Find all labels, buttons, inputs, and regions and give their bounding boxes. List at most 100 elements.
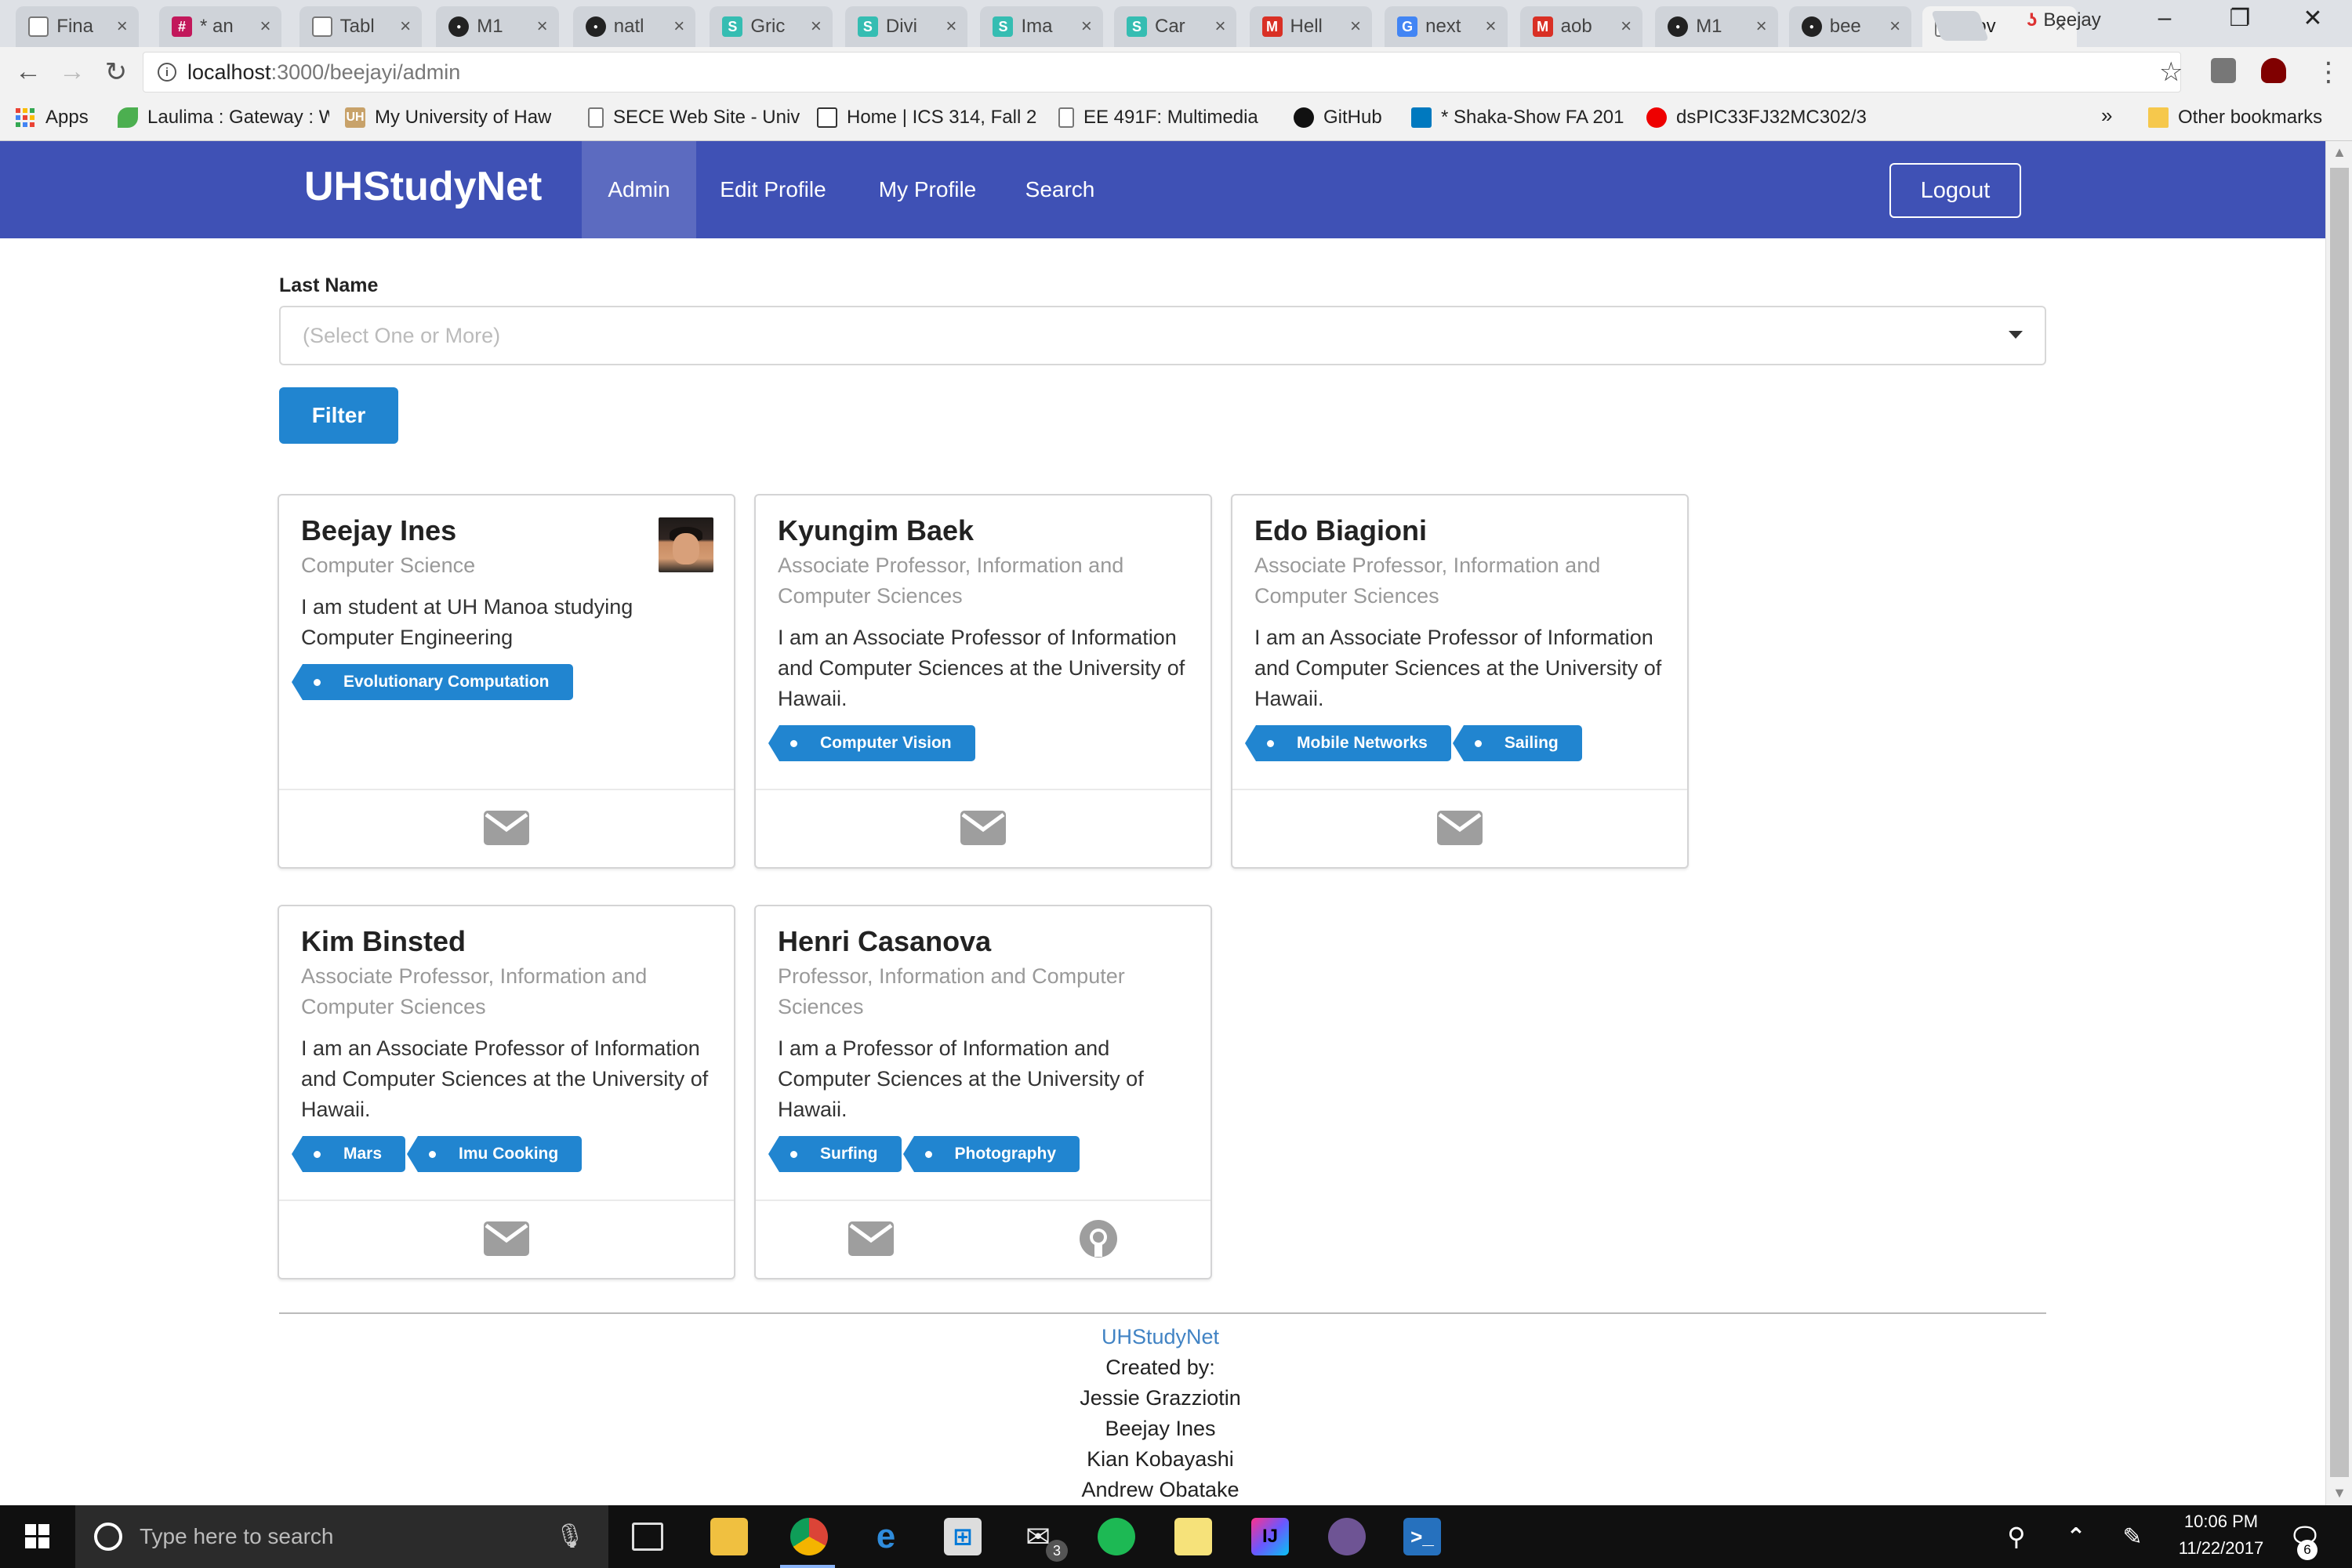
nav-my-profile[interactable]: My Profile bbox=[856, 141, 999, 238]
windows-start-icon[interactable] bbox=[25, 1524, 49, 1548]
task-view-icon[interactable] bbox=[632, 1523, 663, 1551]
bookmark-star-icon[interactable]: ☆ bbox=[2159, 56, 2183, 88]
clock-date[interactable]: 11/22/2017 bbox=[2162, 1538, 2280, 1559]
browser-tab[interactable]: M Hell × bbox=[1249, 6, 1372, 47]
bookmark-item[interactable]: Apps bbox=[16, 107, 89, 129]
interest-tag[interactable]: Evolutionary Computation bbox=[292, 664, 573, 700]
scroll-down-icon[interactable]: ▼ bbox=[2326, 1485, 2352, 1501]
minimize-button[interactable]: – bbox=[2137, 5, 2192, 31]
email-icon[interactable] bbox=[960, 810, 1006, 849]
browser-tab[interactable]: ● M1 × bbox=[1655, 6, 1778, 47]
bookmark-item[interactable]: GitHub bbox=[1294, 107, 1382, 129]
browser-tab[interactable]: S Divi × bbox=[844, 6, 968, 47]
email-icon[interactable] bbox=[484, 1221, 529, 1260]
filter-button[interactable]: Filter bbox=[279, 387, 398, 444]
interest-tag[interactable]: Surfing bbox=[768, 1136, 902, 1172]
tab-close-icon[interactable]: × bbox=[1214, 16, 1225, 38]
bookmark-item[interactable]: EE 491F: Multimedia bbox=[1058, 107, 1258, 129]
browser-tab[interactable]: ● natl × bbox=[572, 6, 696, 47]
tab-close-icon[interactable]: × bbox=[1756, 16, 1767, 38]
tab-close-icon[interactable]: × bbox=[1350, 16, 1361, 38]
profile-card: Edo Biagioni Associate Professor, Informa… bbox=[1231, 494, 1689, 869]
back-icon[interactable]: ← bbox=[11, 56, 45, 87]
tab-close-icon[interactable]: × bbox=[260, 16, 270, 38]
tab-close-icon[interactable]: × bbox=[1486, 16, 1497, 38]
scrollbar-thumb[interactable] bbox=[2330, 168, 2349, 1477]
bookmark-item[interactable]: Home | ICS 314, Fall 2 bbox=[817, 107, 1036, 129]
reload-icon[interactable]: ↻ bbox=[99, 56, 133, 88]
interest-tag[interactable]: Mobile Networks bbox=[1245, 725, 1451, 761]
bookmarks-overflow-button[interactable]: » bbox=[2101, 103, 2112, 128]
email-icon[interactable] bbox=[1437, 810, 1483, 849]
tab-close-icon[interactable]: × bbox=[1081, 16, 1092, 38]
browser-tab[interactable]: Tabl × bbox=[299, 6, 423, 47]
bookmark-item[interactable]: dsPIC33FJ32MC302/3 bbox=[1646, 107, 1867, 129]
browser-tab[interactable]: S Car × bbox=[1114, 6, 1237, 47]
tab-close-icon[interactable]: × bbox=[1621, 16, 1632, 38]
people-icon[interactable]: ⚲ bbox=[1998, 1518, 2035, 1555]
tab-close-icon[interactable]: × bbox=[1889, 16, 1900, 38]
browser-tab[interactable]: Fina × bbox=[16, 6, 139, 47]
extension-icon[interactable] bbox=[2211, 58, 2236, 83]
bookmark-item[interactable]: Laulima : Gateway : W bbox=[118, 107, 329, 129]
nav-admin[interactable]: Admin bbox=[582, 141, 696, 238]
footer-brand-link[interactable]: UHStudyNet bbox=[1004, 1325, 1317, 1349]
tab-close-icon[interactable]: × bbox=[811, 16, 822, 38]
notification-count-badge: 6 bbox=[2297, 1540, 2318, 1560]
address-bar[interactable]: i localhost:3000/beejayi/admin bbox=[143, 52, 2181, 93]
clock-time[interactable]: 10:06 PM bbox=[2162, 1512, 2280, 1532]
profile-card: Beejay Ines Computer Science I am student … bbox=[278, 494, 735, 869]
nav-edit-profile[interactable]: Edit Profile bbox=[696, 141, 850, 238]
browser-tab[interactable]: Maob × bbox=[1519, 6, 1643, 47]
github-desktop-icon[interactable] bbox=[1328, 1518, 1366, 1555]
browser-tab[interactable]: # * an × bbox=[159, 6, 282, 47]
page-scrollbar[interactable]: ▲ ▼ bbox=[2325, 141, 2352, 1505]
powershell-icon[interactable]: >_ bbox=[1403, 1518, 1441, 1555]
interest-tag[interactable]: Mars bbox=[291, 1136, 406, 1172]
ublock-icon[interactable] bbox=[2261, 58, 2286, 83]
microphone-icon[interactable]: 🎙 bbox=[555, 1523, 585, 1550]
bookmark-item[interactable]: * Shaka-Show FA 201 bbox=[1411, 107, 1624, 129]
bookmark-item[interactable]: SECE Web Site - Univ bbox=[588, 107, 800, 129]
chrome-icon[interactable] bbox=[790, 1518, 828, 1555]
browser-tab[interactable]: S Gric × bbox=[710, 6, 833, 47]
info-icon[interactable]: i bbox=[158, 63, 176, 82]
browser-tab[interactable]: ● bee × bbox=[1788, 6, 1912, 47]
tab-close-icon[interactable]: × bbox=[537, 16, 548, 38]
email-icon[interactable] bbox=[484, 810, 529, 849]
spotify-icon[interactable] bbox=[1098, 1518, 1135, 1555]
browser-tab[interactable]: Gnext × bbox=[1385, 6, 1508, 47]
last-name-multiselect[interactable]: (Select One or More) bbox=[279, 306, 2046, 365]
intellij-icon[interactable]: IJ bbox=[1251, 1518, 1289, 1555]
taskbar-search[interactable]: Type here to search 🎙 bbox=[75, 1505, 608, 1568]
tab-close-icon[interactable]: × bbox=[117, 16, 128, 38]
restore-button[interactable]: ❐ bbox=[2212, 5, 2267, 32]
github-icon[interactable] bbox=[1079, 1219, 1118, 1262]
logout-button[interactable]: Logout bbox=[1889, 163, 2021, 218]
site-brand[interactable]: UHStudyNet bbox=[304, 163, 542, 210]
interest-tag[interactable]: Sailing bbox=[1452, 725, 1582, 761]
email-icon[interactable] bbox=[848, 1221, 894, 1260]
other-bookmarks[interactable]: Other bookmarks bbox=[2148, 107, 2322, 129]
store-icon[interactable]: ⊞ bbox=[944, 1518, 982, 1555]
interest-tag[interactable]: Imu Cooking bbox=[407, 1136, 583, 1172]
close-window-button[interactable]: ✕ bbox=[2285, 5, 2340, 32]
edge-icon[interactable]: e bbox=[867, 1517, 905, 1555]
profile-button[interactable]: ʖ Beejay bbox=[2027, 9, 2101, 31]
pen-icon[interactable]: ✎ bbox=[2114, 1518, 2151, 1555]
file-explorer-icon[interactable] bbox=[710, 1518, 748, 1555]
menu-icon[interactable]: ⋮ bbox=[2311, 56, 2346, 88]
tray-overflow-icon[interactable]: ⌃ bbox=[2057, 1518, 2095, 1555]
interest-tag[interactable]: Computer Vision bbox=[768, 725, 975, 761]
interest-tag[interactable]: Photography bbox=[902, 1136, 1080, 1172]
browser-tab[interactable]: ● M1 × bbox=[436, 6, 559, 47]
forward-icon[interactable]: → bbox=[55, 56, 89, 87]
browser-tab[interactable]: S Ima × bbox=[980, 6, 1103, 47]
sticky-notes-icon[interactable] bbox=[1174, 1518, 1212, 1555]
tab-close-icon[interactable]: × bbox=[400, 16, 411, 38]
bookmark-item[interactable]: UH My University of Haw bbox=[345, 107, 551, 129]
nav-search[interactable]: Search bbox=[1011, 141, 1109, 238]
scroll-up-icon[interactable]: ▲ bbox=[2326, 144, 2352, 161]
tab-close-icon[interactable]: × bbox=[946, 16, 956, 38]
tab-close-icon[interactable]: × bbox=[673, 16, 684, 38]
